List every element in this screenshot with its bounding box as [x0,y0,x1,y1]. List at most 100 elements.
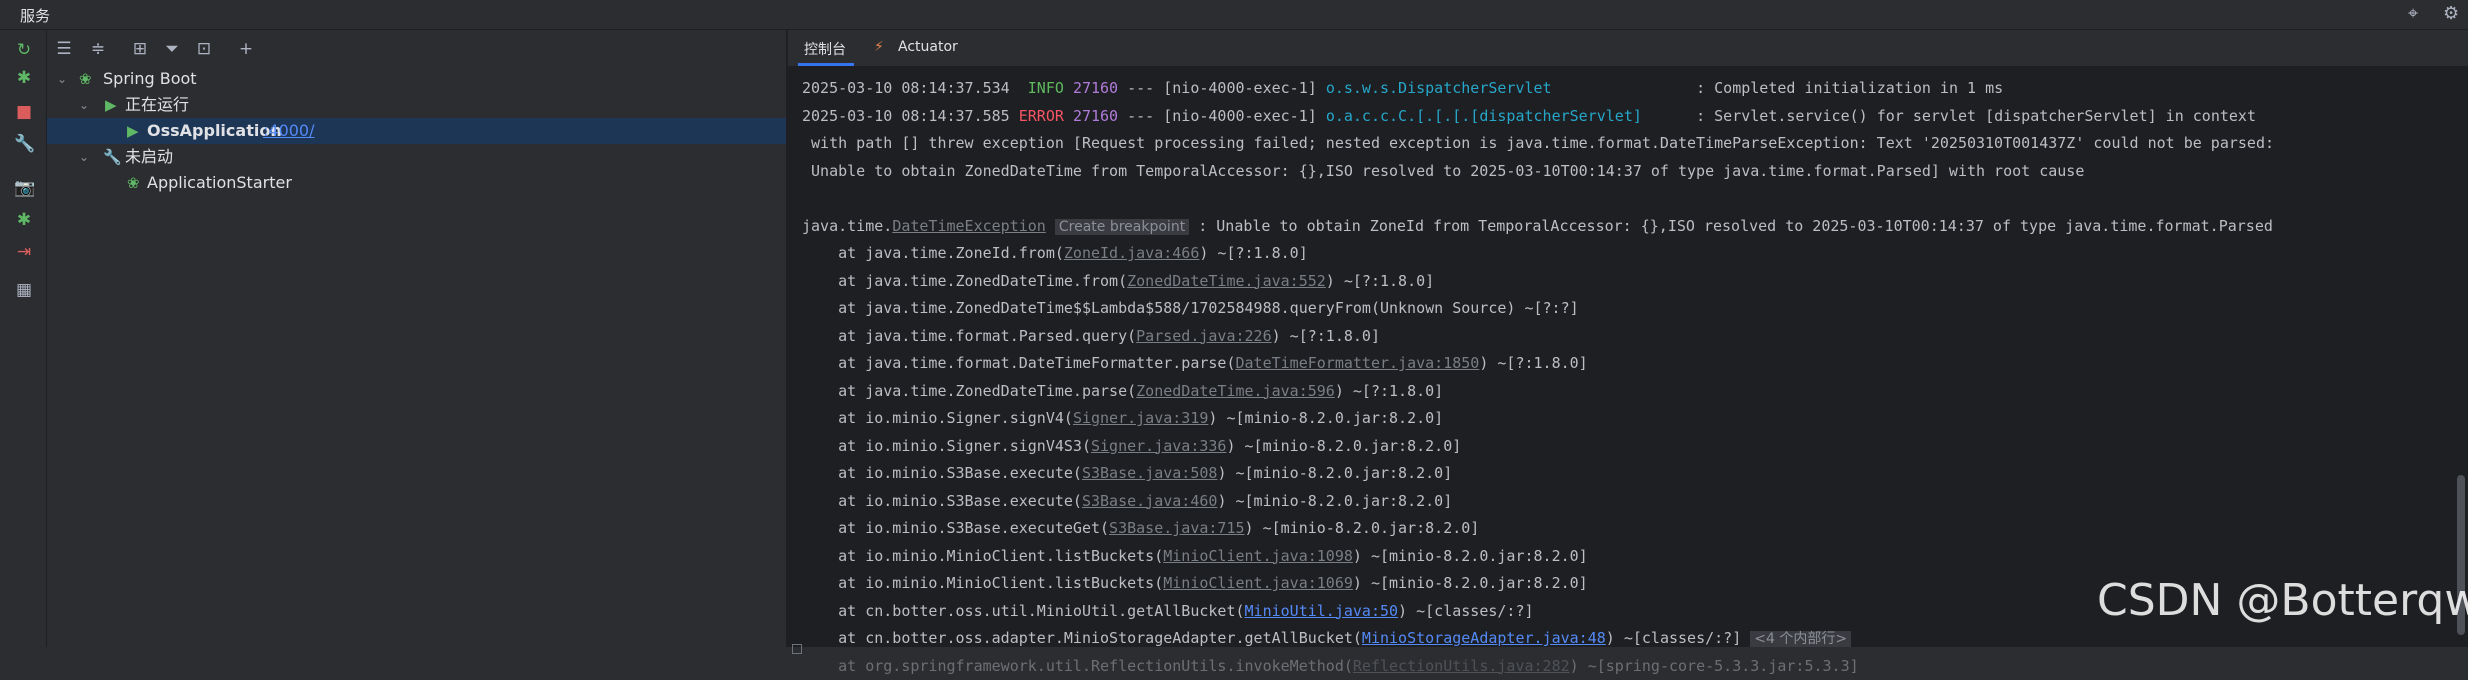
console-tab-bar: 控制台 ⚡ Actuator [788,30,2468,67]
fold-marker-icon[interactable] [792,644,802,654]
layout-icon[interactable]: ▦ [14,280,34,300]
tree-node-running[interactable]: ⌄ ▶ 正在运行 [47,92,786,118]
stack-frame: at java.time.format.DateTimeFormatter.pa… [802,350,2442,378]
frame-text: at java.time.format.Parsed.query( [802,327,1136,345]
filter-icon[interactable]: ⏷ [161,38,183,60]
tool-window-title: 服务 [20,5,50,26]
source-link[interactable]: Parsed.java:226 [1136,327,1271,345]
chevron-down-icon[interactable]: ⌄ [79,92,89,118]
stack-frames: at java.time.ZoneId.from(ZoneId.java:466… [802,240,2442,598]
log-line: Unable to obtain ZonedDateTime from Temp… [802,158,2442,186]
source-link[interactable]: Signer.java:336 [1091,437,1226,455]
tab-console[interactable]: 控制台 [804,39,846,59]
frame-suffix: ) ~[minio-8.2.0.jar:8.2.0] [1208,409,1443,427]
stack-frame: at io.minio.Signer.signV4(Signer.java:31… [802,405,2442,433]
rerun-icon[interactable]: ↻ [14,40,34,60]
stack-frame: at java.time.ZonedDateTime.parse(ZonedDa… [802,378,2442,406]
tab-actuator[interactable]: Actuator [898,39,958,55]
frame-text: at java.time.ZoneId.from( [802,244,1064,262]
frame-suffix: ) ~[minio-8.2.0.jar:8.2.0] [1353,574,1588,592]
stop-icon[interactable]: ■ [14,102,34,122]
source-link[interactable]: Signer.java:319 [1073,409,1208,427]
wrench-icon[interactable]: 🔧 [14,134,34,154]
tree-node-spring-boot[interactable]: ⌄ ❀ Spring Boot [47,66,786,92]
log-message: : Completed initialization in 1 ms [1696,79,2003,97]
tree-node-label: Spring Boot [103,66,197,92]
tree-node-not-started[interactable]: ⌄ 🔧 未启动 [47,144,786,170]
frame-suffix: ) ~[classes/:?] [1606,629,1741,647]
frame-text: at io.minio.S3Base.execute( [802,492,1082,510]
frame-suffix: ) ~[?:1.8.0] [1335,382,1443,400]
tree-node-oss-application[interactable]: ▶ OssApplication :4000/ [47,118,786,144]
tree-node-label: ApplicationStarter [147,170,292,196]
new-tab-icon[interactable]: ⊡ [193,38,215,60]
target-icon[interactable]: ⌖ [2408,4,2418,24]
source-link[interactable]: ReflectionUtils.java:282 [1353,657,1570,675]
chevron-down-icon[interactable]: ⌄ [57,66,67,92]
frame-text: at cn.botter.oss.adapter.MinioStorageAda… [802,629,1362,647]
collapse-all-icon[interactable]: ≑ [87,38,109,60]
wrench-icon: 🔧 [103,144,122,170]
bug-settings-icon[interactable]: ✱ [14,210,34,230]
frame-text: at cn.botter.oss.util.MinioUtil.getAllBu… [802,602,1245,620]
source-link[interactable]: S3Base.java:715 [1109,519,1244,537]
tree-node-application-starter[interactable]: ❀ ApplicationStarter [47,170,786,196]
source-link[interactable]: MinioClient.java:1098 [1163,547,1353,565]
frame-suffix: ) ~[minio-8.2.0.jar:8.2.0] [1217,464,1452,482]
log-message: : Servlet.service() for servlet [dispatc… [1696,107,2256,125]
tree-toolbar: ☰ ≑ ⊞ ⏷ ⊡ + [47,30,786,68]
group-icon[interactable]: ⊞ [129,38,151,60]
actuator-icon: ⚡ [874,39,884,55]
frame-text: at java.time.ZonedDateTime.from( [802,272,1127,290]
frame-suffix: ) ~[?:1.8.0] [1272,327,1380,345]
run-icon: ▶ [127,118,139,144]
log-level: ERROR [1019,107,1064,125]
log-timestamp: 2025-03-10 08:14:37.585 [802,107,1010,125]
log-separator: --- [1127,79,1154,97]
source-link[interactable]: DateTimeFormatter.java:1850 [1235,354,1479,372]
stack-frame: at org.springframework.util.ReflectionUt… [802,653,2442,680]
gear-icon[interactable]: ⚙ [2443,4,2459,24]
source-link[interactable]: S3Base.java:508 [1082,464,1217,482]
stack-frame: at io.minio.MinioClient.listBuckets(Mini… [802,543,2442,571]
services-toolbar: ↻ ✱ ■ 🔧 📷 ✱ ⇥ ▦ [0,30,47,647]
camera-icon[interactable]: 📷 [14,178,34,198]
port-link[interactable]: :4000/ [263,118,315,144]
frame-text: at java.time.ZonedDateTime.parse( [802,382,1136,400]
services-tree-panel: ☰ ≑ ⊞ ⏷ ⊡ + ⌄ ❀ Spring Boot ⌄ ▶ 正在运行 ▶ OssApp… [47,30,786,647]
frame-text: at io.minio.Signer.signV4S3( [802,437,1091,455]
exit-icon[interactable]: ⇥ [14,242,34,262]
log-thread: [nio-4000-exec-1] [1163,107,1317,125]
log-line: with path [] threw exception [Request pr… [802,130,2442,158]
frame-text: at io.minio.MinioClient.listBuckets( [802,574,1163,592]
log-logger: o.a.c.c.C.[.[.[.[dispatcherServlet] [1326,107,1642,125]
source-link[interactable]: ZonedDateTime.java:596 [1136,382,1335,400]
stack-frame: at io.minio.Signer.signV4S3(Signer.java:… [802,433,2442,461]
exception-line: java.time.DateTimeException Create break… [802,213,2442,241]
source-link[interactable]: ZonedDateTime.java:552 [1127,272,1326,290]
source-link[interactable]: MinioUtil.java:50 [1245,602,1399,620]
source-link[interactable]: MinioStorageAdapter.java:48 [1362,629,1606,647]
frame-suffix: ) ~[spring-core-5.3.3.jar:5.3.3] [1570,657,1859,675]
exception-class-link[interactable]: DateTimeException [892,217,1046,235]
folded-lines-badge[interactable]: <4 个内部行> [1750,631,1851,647]
spring-boot-icon: ❀ [79,66,92,92]
expand-all-icon[interactable]: ☰ [53,38,75,60]
create-breakpoint-hint[interactable]: Create breakpoint [1055,219,1189,235]
tool-window-header: 服务 ⌖ ⚙ [0,0,2468,30]
frame-suffix: ) ~[minio-8.2.0.jar:8.2.0] [1245,519,1480,537]
chevron-down-icon[interactable]: ⌄ [79,144,89,170]
log-line: 2025-03-10 08:14:37.585 ERROR 27160 --- … [802,103,2442,131]
source-link[interactable]: S3Base.java:460 [1082,492,1217,510]
stack-frame: at java.time.ZonedDateTime.from(ZonedDat… [802,268,2442,296]
stack-frame: at io.minio.S3Base.executeGet(S3Base.jav… [802,515,2442,543]
debug-icon[interactable]: ✱ [14,68,34,88]
log-timestamp: 2025-03-10 08:14:37.534 [802,79,1010,97]
run-icon: ▶ [105,92,117,118]
add-icon[interactable]: + [235,38,257,60]
source-link[interactable]: ZoneId.java:466 [1064,244,1199,262]
exception-package: java.time. [802,217,892,235]
stack-frame: at cn.botter.oss.adapter.MinioStorageAda… [802,625,2442,653]
source-link[interactable]: MinioClient.java:1069 [1163,574,1353,592]
active-tab-indicator [798,63,854,66]
